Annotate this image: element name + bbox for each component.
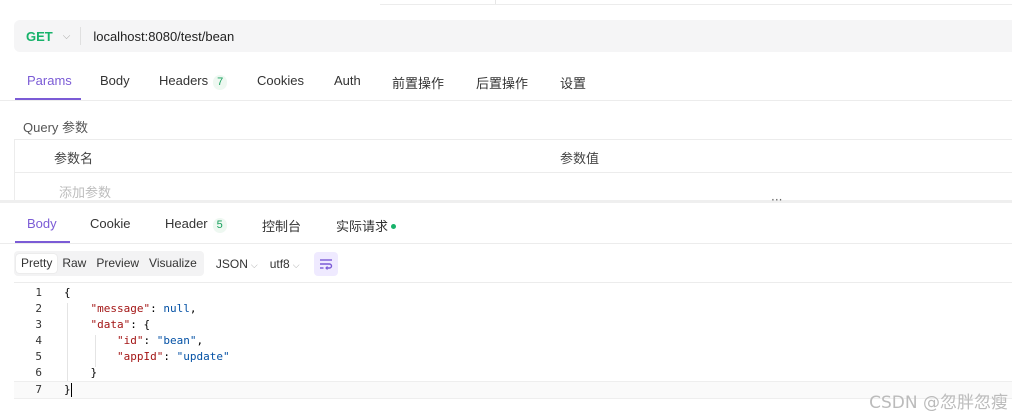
line-number: 7 xyxy=(35,383,42,396)
tab-response-header[interactable]: Header 5 xyxy=(165,216,227,233)
code-text: "data": { xyxy=(64,317,151,333)
line-number: 1 xyxy=(35,286,42,299)
view-mode-pretty[interactable]: Pretty xyxy=(16,254,58,273)
chevron-down-icon[interactable]: ⌵ xyxy=(63,31,71,42)
json-value: null xyxy=(163,302,190,315)
column-header-name: 参数名 xyxy=(54,151,94,166)
tab-auth[interactable]: Auth xyxy=(334,73,361,88)
tab-actual-request-label: 实际请求 xyxy=(336,219,389,234)
view-mode-preview[interactable]: Preview xyxy=(91,254,144,273)
json-key: "message" xyxy=(90,302,151,315)
line-number: 6 xyxy=(35,366,42,379)
json-key: "id" xyxy=(116,334,144,347)
tab-pre-actions[interactable]: 前置操作 xyxy=(392,73,444,92)
status-dot-icon xyxy=(391,224,397,230)
json-punctuation xyxy=(64,334,117,347)
params-table-header: 参数名 参数值 xyxy=(15,140,1012,173)
tab-cookies[interactable]: Cookies xyxy=(257,73,304,88)
json-punctuation: : xyxy=(143,334,157,347)
json-punctuation: , xyxy=(196,334,204,347)
line-number: 4 xyxy=(35,334,42,347)
encoding-select-value: utf8 xyxy=(269,256,290,271)
chevron-down-icon: ⌵ xyxy=(292,259,300,270)
active-response-tab-indicator xyxy=(15,241,70,243)
response-code-editor[interactable]: 1{2 "message": null, 3 "data": {4 "id": "… xyxy=(14,282,1012,418)
view-mode-switch: Pretty Raw Preview Visualize xyxy=(14,251,204,276)
view-mode-raw[interactable]: Raw xyxy=(57,254,91,273)
tab-headers-label: Headers xyxy=(159,73,209,88)
line-number: 5 xyxy=(35,350,42,363)
json-punctuation: : { xyxy=(130,318,151,331)
tab-body[interactable]: Body xyxy=(100,73,130,88)
top-edge xyxy=(380,0,1012,5)
encoding-select[interactable]: utf8 ⌵ xyxy=(270,257,300,271)
json-key: "data" xyxy=(90,318,131,331)
tab-response-body[interactable]: Body xyxy=(27,216,57,231)
code-text: "message": null, xyxy=(64,301,197,317)
response-tabs: Body Cookie Header 5 控制台 实际请求 xyxy=(0,207,1012,244)
json-punctuation: { xyxy=(64,286,71,299)
format-select-value: JSON xyxy=(215,256,248,271)
code-text: "id": "bean", xyxy=(64,333,203,349)
headers-count-badge: 7 xyxy=(213,75,228,90)
json-punctuation xyxy=(64,350,117,363)
code-line: 1{ xyxy=(14,285,1012,301)
panel-resize-divider[interactable] xyxy=(0,200,1012,203)
json-punctuation xyxy=(64,302,91,315)
code-line: 4 "id": "bean", xyxy=(14,333,1012,349)
line-number: 3 xyxy=(35,318,42,331)
view-mode-visualize[interactable]: Visualize xyxy=(144,254,202,273)
json-punctuation: : xyxy=(150,302,164,315)
tab-params[interactable]: Params xyxy=(27,73,72,88)
json-key: "appId" xyxy=(116,350,164,363)
url-bar: GET ⌵ localhost:8080/test/bean xyxy=(14,20,1012,52)
tab-settings[interactable]: 设置 xyxy=(560,73,586,92)
tab-headers[interactable]: Headers 7 xyxy=(159,73,228,90)
tab-console[interactable]: 控制台 xyxy=(262,216,301,235)
code-text: } xyxy=(64,382,72,398)
wrap-lines-icon xyxy=(319,258,332,270)
code-line: 2 "message": null, xyxy=(14,301,1012,317)
format-select[interactable]: JSON ⌵ xyxy=(216,257,258,271)
response-header-count-badge: 5 xyxy=(212,218,227,233)
chevron-down-icon: ⌵ xyxy=(250,259,258,270)
watermark: CSDN @忽胖忽瘦 xyxy=(869,393,1008,413)
tab-response-header-label: Header xyxy=(165,216,208,231)
tab-post-actions[interactable]: 后置操作 xyxy=(476,73,528,92)
code-text: } xyxy=(64,365,97,381)
line-number: 2 xyxy=(35,302,42,315)
code-line: 6 } xyxy=(14,365,1012,381)
url-input[interactable]: localhost:8080/test/bean xyxy=(93,29,234,44)
json-value: "update" xyxy=(176,350,230,363)
resize-handle-icon[interactable]: ··· xyxy=(771,193,782,207)
json-punctuation: , xyxy=(189,302,197,315)
json-punctuation: } xyxy=(64,366,98,379)
top-edge-separator xyxy=(495,0,496,4)
url-bar-divider xyxy=(80,27,82,45)
json-punctuation: : xyxy=(163,350,177,363)
tab-actual-request[interactable]: 实际请求 xyxy=(336,216,397,235)
code-line: 3 "data": { xyxy=(14,317,1012,333)
tab-response-cookie[interactable]: Cookie xyxy=(90,216,130,231)
method-select[interactable]: GET xyxy=(26,29,53,44)
text-cursor xyxy=(70,383,72,397)
json-punctuation xyxy=(64,318,91,331)
column-header-value: 参数值 xyxy=(560,151,600,166)
code-text: { xyxy=(64,285,71,301)
params-table: 参数名 参数值 添加参数 xyxy=(14,139,1012,202)
active-tab-indicator xyxy=(15,98,81,100)
add-param-input[interactable]: 添加参数 xyxy=(59,182,111,201)
query-section-title: Query 参数 xyxy=(23,120,89,135)
code-line: 7} xyxy=(14,381,1012,399)
json-punctuation: } xyxy=(64,383,71,396)
code-text: "appId": "update" xyxy=(64,349,230,365)
response-toolbar: Pretty Raw Preview Visualize JSON ⌵ utf8 ⌵ xyxy=(14,251,338,276)
request-tabs: Params Body Headers 7 Cookies Auth 前置操作 后… xyxy=(0,64,1012,101)
json-value: "bean" xyxy=(156,334,197,347)
code-line: 5 "appId": "update" xyxy=(14,349,1012,365)
wrap-lines-button[interactable] xyxy=(313,251,338,276)
